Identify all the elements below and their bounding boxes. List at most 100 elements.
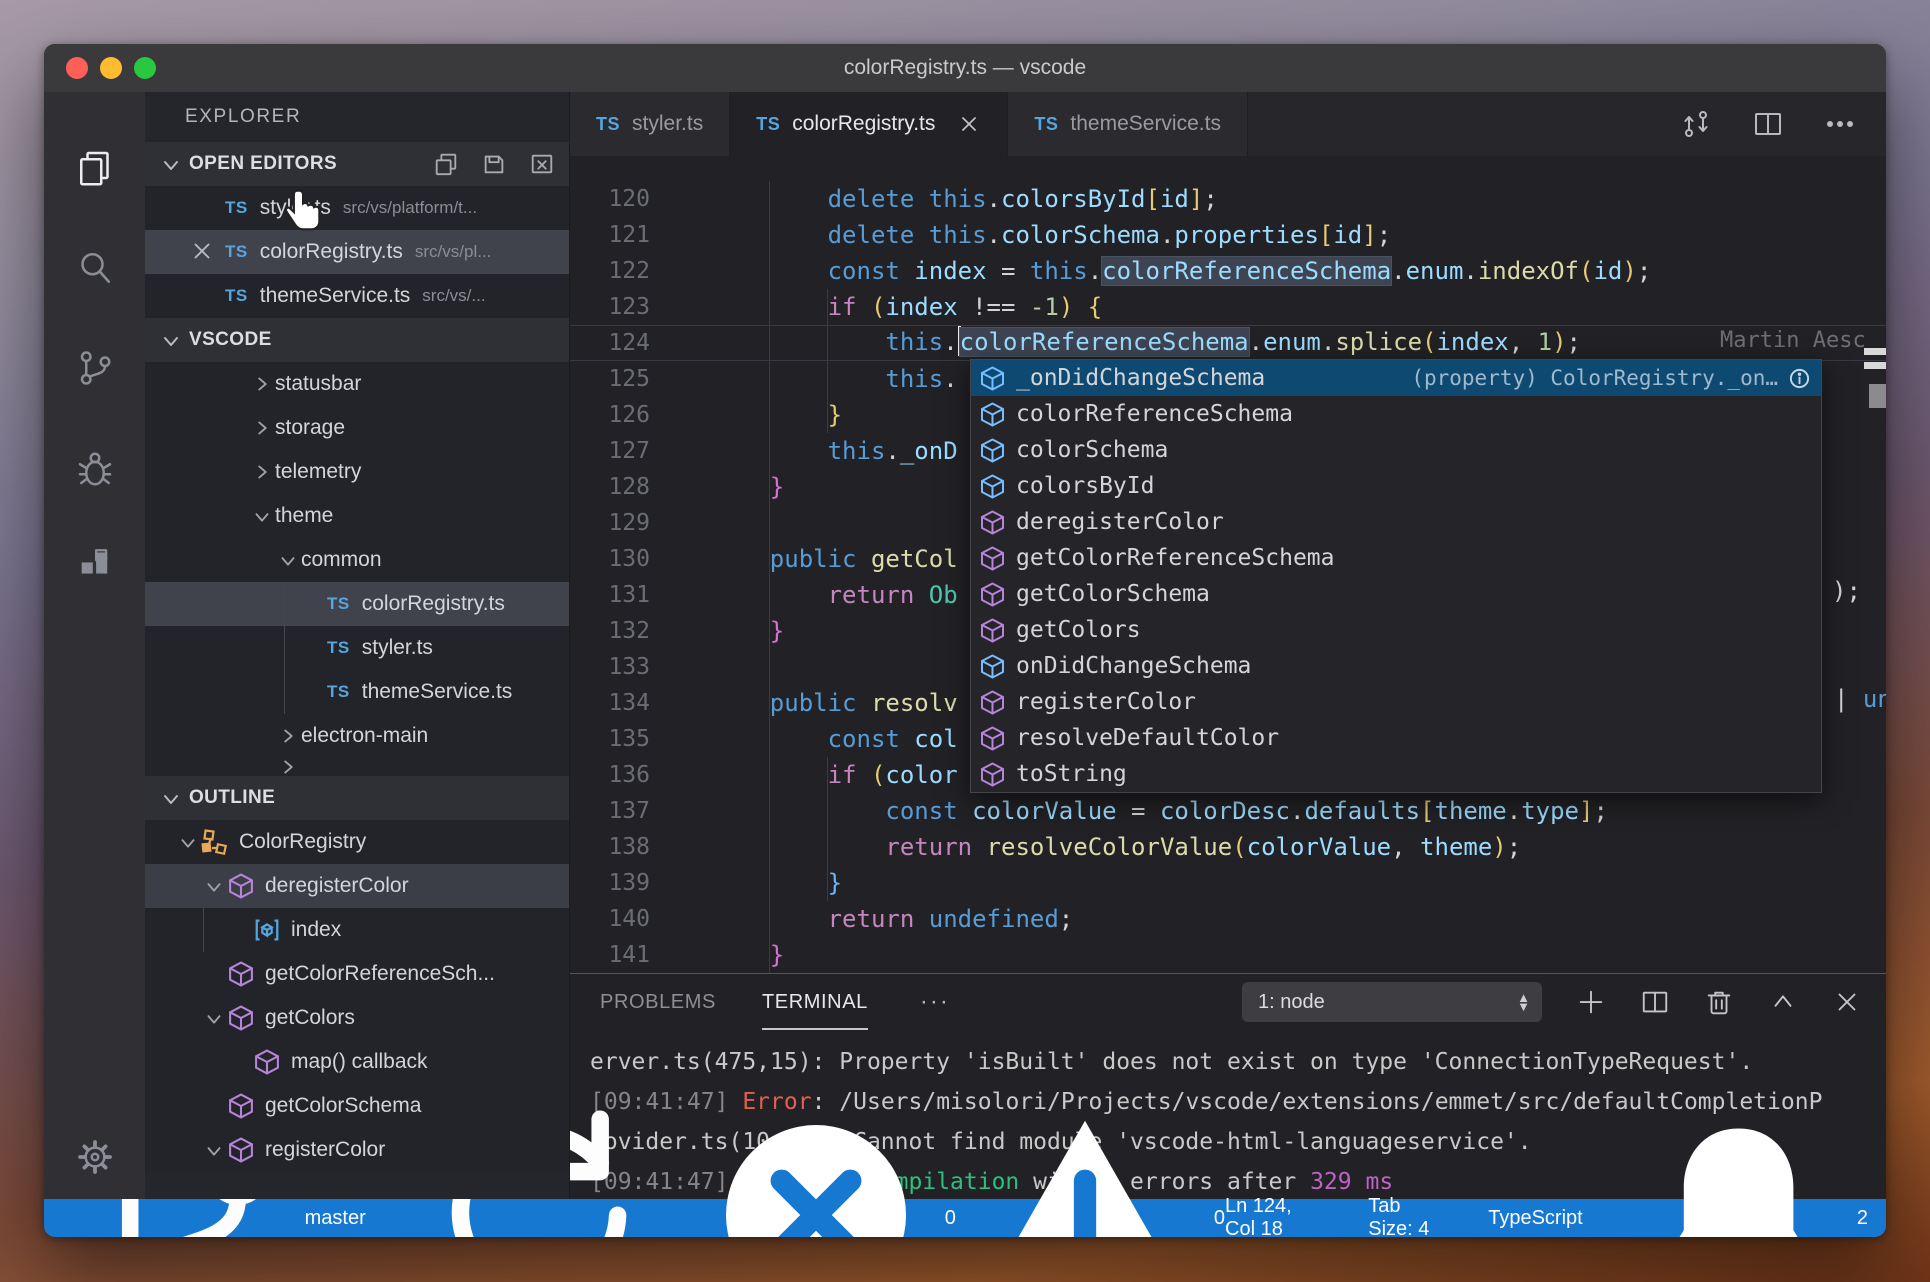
close-tab-icon[interactable] <box>957 112 981 136</box>
activity-item-search[interactable] <box>44 218 145 318</box>
outline-item-label: map() callback <box>291 1050 428 1073</box>
suggest-item-onDidChangeSchema[interactable]: onDidChangeSchema <box>971 648 1821 684</box>
activity-item-source-control[interactable] <box>44 318 145 418</box>
code-editor[interactable]: 120 delete this.colorsById[id]; 121 delet… <box>570 156 1886 973</box>
info-icon[interactable] <box>1788 367 1811 390</box>
outline-item[interactable]: index <box>145 908 569 952</box>
outline-item[interactable]: ColorRegistry <box>145 820 569 864</box>
ts-file-icon: TS <box>225 286 248 305</box>
code-text: } <box>827 401 843 429</box>
explorer-sidebar: EXPLORER OPEN EDITORS TSstyler.tssrc/vs/… <box>145 92 570 1199</box>
close-panel-icon[interactable] <box>1832 987 1862 1017</box>
save-all-icon[interactable] <box>481 151 507 177</box>
code-line-138[interactable]: 138 return resolveColorValue(colorValue,… <box>570 829 1886 865</box>
notifications-bell[interactable]: 2 <box>1629 1105 1868 1237</box>
search-icon <box>75 248 115 288</box>
code-line-124[interactable]: 124 this.colorReferenceSchema.enum.splic… <box>570 325 1886 361</box>
tab-themeService-ts[interactable]: TS themeService.ts <box>1008 92 1248 156</box>
suggest-item-getColorSchema[interactable]: getColorSchema <box>971 576 1821 612</box>
tree-item-colorRegistry.ts[interactable]: TS colorRegistry.ts <box>145 582 569 626</box>
problems-indicator[interactable]: 0 0 <box>696 1095 1225 1237</box>
symbol-field-icon <box>979 365 1006 392</box>
panel-more-icon[interactable]: ··· <box>920 988 950 1016</box>
suggest-item-colorSchema[interactable]: colorSchema <box>971 432 1821 468</box>
outline-item[interactable]: deregisterColor <box>145 864 569 908</box>
line-number: 138 <box>608 834 650 860</box>
suggest-item-getColors[interactable]: getColors <box>971 612 1821 648</box>
outline-item[interactable]: getColorSchema <box>145 1084 569 1128</box>
scrollbar-handle[interactable] <box>1869 384 1886 408</box>
open-editors-actions <box>433 151 555 177</box>
indent-guide <box>769 181 770 973</box>
line-number: 140 <box>608 906 650 932</box>
tree-item-clipped[interactable] <box>145 758 569 776</box>
tree-item-label: storage <box>275 416 346 439</box>
suggest-item-registerColor[interactable]: registerColor <box>971 684 1821 720</box>
close-all-icon[interactable] <box>529 151 555 177</box>
open-editor-item[interactable]: TS colorRegistry.ts src/vs/pl... <box>145 230 569 274</box>
suggest-item-resolveDefaultColor[interactable]: resolveDefaultColor <box>971 720 1821 756</box>
suggest-item-toString[interactable]: toString <box>971 756 1821 792</box>
outline-section-header[interactable]: OUTLINE <box>145 776 569 820</box>
suggest-item-colorReferenceSchema[interactable]: colorReferenceSchema <box>971 396 1821 432</box>
code-line-123[interactable]: 123 if (index !== -1) { <box>570 289 1886 325</box>
suggest-item-deregisterColor[interactable]: deregisterColor <box>971 504 1821 540</box>
settings-gear-icon[interactable] <box>75 1137 115 1177</box>
open-changes-icon[interactable] <box>1680 108 1712 140</box>
tree-item-common[interactable]: common <box>145 538 569 582</box>
tab-colorRegistry-ts[interactable]: TS colorRegistry.ts <box>730 92 1009 156</box>
chevron-down-icon <box>201 873 227 899</box>
tree-item-storage[interactable]: storage <box>145 406 569 450</box>
panel-tab-terminal[interactable]: TERMINAL <box>762 974 868 1030</box>
outline-item[interactable]: getColorReferenceSch... <box>145 952 569 996</box>
outline-item[interactable]: registerColor <box>145 1128 569 1172</box>
maximize-panel-icon[interactable] <box>1768 987 1798 1017</box>
close-editor-icon[interactable] <box>189 238 215 264</box>
panel-tab-problems[interactable]: PROBLEMS <box>600 974 716 1030</box>
tree-item-electron-main[interactable]: electron-main <box>145 714 569 758</box>
new-terminal-icon[interactable] <box>1576 987 1606 1017</box>
chevron-down-icon <box>157 150 185 178</box>
split-terminal-icon[interactable] <box>1640 987 1670 1017</box>
split-editor-icon[interactable] <box>1752 108 1784 140</box>
tab-styler-ts[interactable]: TS styler.ts <box>570 92 731 156</box>
tree-item-telemetry[interactable]: telemetry <box>145 450 569 494</box>
activity-item-debug[interactable] <box>44 418 145 518</box>
title-bar[interactable]: colorRegistry.ts — vscode <box>44 44 1886 92</box>
tree-item-theme[interactable]: theme <box>145 494 569 538</box>
tree-item-styler.ts[interactable]: TS styler.ts <box>145 626 569 670</box>
new-untitled-icon[interactable] <box>433 151 459 177</box>
code-line-141[interactable]: 141 } <box>570 937 1886 973</box>
terminal-select[interactable]: 1: node ▲ ▼ <box>1242 982 1542 1022</box>
chevron-right-icon <box>249 459 275 485</box>
code-line-137[interactable]: 137 const colorValue = colorDesc.default… <box>570 793 1886 829</box>
code-line-120[interactable]: 120 delete this.colorsById[id]; <box>570 181 1886 217</box>
more-actions-icon[interactable] <box>1824 108 1856 140</box>
ts-file-icon: TS <box>327 638 350 657</box>
suggest-item-_onDidChangeSchema[interactable]: _onDidChangeSchema (property) ColorRegist… <box>971 360 1821 396</box>
outline-item[interactable]: getColors <box>145 996 569 1040</box>
activity-item-files[interactable] <box>44 118 145 218</box>
open-editor-item[interactable]: TSstyler.tssrc/vs/platform/t... <box>145 186 569 230</box>
language-mode[interactable]: TypeScript <box>1488 1207 1582 1230</box>
activity-item-extensions[interactable] <box>44 518 145 618</box>
code-line-140[interactable]: 140 return undefined; <box>570 901 1886 937</box>
folders-section-header[interactable]: VSCODE <box>145 318 569 362</box>
panel-header: PROBLEMS TERMINAL ··· 1: node ▲ ▼ <box>570 974 1886 1030</box>
suggest-item-colorsById[interactable]: colorsById <box>971 468 1821 504</box>
code-line-139[interactable]: 139 } <box>570 865 1886 901</box>
cursor-position[interactable]: Ln 124, Col 18 <box>1225 1195 1322 1237</box>
symbol-method-icon <box>227 872 255 900</box>
open-editor-item[interactable]: TS themeService.ts src/vs/... <box>145 274 569 318</box>
outline-item[interactable]: map() callback <box>145 1040 569 1084</box>
open-editors-header[interactable]: OPEN EDITORS <box>145 142 569 186</box>
tree-item-themeService.ts[interactable]: TS themeService.ts <box>145 670 569 714</box>
code-line-122[interactable]: 122 const index = this.colorReferenceSch… <box>570 253 1886 289</box>
code-line-121[interactable]: 121 delete this.colorSchema.properties[i… <box>570 217 1886 253</box>
suggest-item-getColorReferenceSchema[interactable]: getColorReferenceSchema <box>971 540 1821 576</box>
tree-item-statusbar[interactable]: statusbar <box>145 362 569 406</box>
line-number: 128 <box>608 474 650 500</box>
tab-size-indicator[interactable]: Tab Size: 4 <box>1368 1195 1442 1237</box>
kill-terminal-icon[interactable] <box>1704 987 1734 1017</box>
tab-label: themeService.ts <box>1070 112 1221 135</box>
